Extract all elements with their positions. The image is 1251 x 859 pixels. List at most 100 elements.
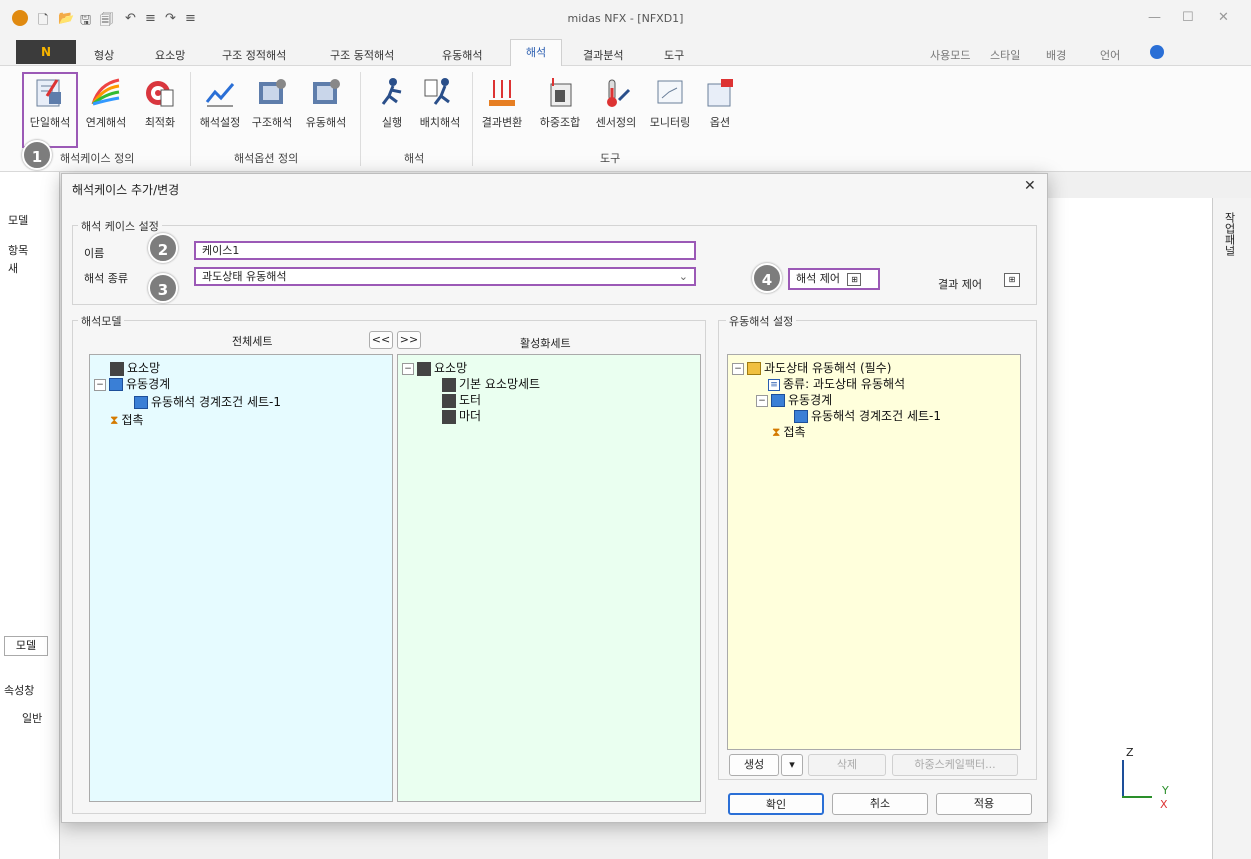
flow-settings-legend: 유동해석 설정 [726, 313, 797, 329]
move-left-button[interactable]: << [369, 331, 393, 349]
group-case-definition: 해석케이스 정의 [60, 152, 135, 165]
ribbon-separator [190, 72, 191, 166]
boundary-icon [794, 410, 808, 423]
batch-analysis-label: 배치해석 [419, 116, 461, 129]
analysis-type-select[interactable]: 과도상태 유동해석 ⌄ [194, 267, 696, 286]
load-combination-button[interactable]: 하중조합 [534, 74, 586, 140]
monitoring-label: 모니터링 [649, 116, 691, 129]
coupled-analysis-button[interactable]: 연계해석 [80, 74, 132, 140]
analysis-control-button[interactable]: 해석 제어 ⊞ [788, 268, 880, 290]
cancel-button[interactable]: 취소 [832, 793, 928, 815]
tree-item-mother[interactable]: 마더 [442, 407, 481, 424]
tab-flow[interactable]: 유동해석 [442, 47, 482, 63]
tree-item-contact[interactable]: ⧗ 접촉 [772, 423, 806, 440]
tab-tools[interactable]: 도구 [664, 47, 684, 63]
run-icon [381, 78, 402, 105]
options-button[interactable]: 옵션 [694, 74, 746, 140]
move-right-button[interactable]: >> [397, 331, 421, 349]
create-dropdown-icon[interactable]: ▾ [781, 754, 803, 776]
delete-button[interactable]: 삭제 [808, 754, 886, 776]
result-control-icon[interactable]: ⊞ [1004, 273, 1020, 287]
result-convert-button[interactable]: 결과변환 [476, 74, 528, 140]
dialog-close-icon[interactable]: ✕ [1024, 178, 1036, 194]
tree-item-default-mesh-set[interactable]: 기본 요소망세트 [442, 375, 540, 392]
ok-button[interactable]: 확인 [728, 793, 824, 815]
options-icon [707, 79, 733, 107]
structural-analysis-button[interactable]: 구조해석 [246, 74, 298, 140]
mesh-icon [442, 393, 456, 408]
app-menu-button[interactable]: N [16, 40, 76, 64]
tree-item-mesh[interactable]: − 요소망 [402, 359, 467, 376]
tree-item-new[interactable]: 새 [8, 260, 18, 276]
properties-title: 속성창 [4, 684, 35, 697]
coupled-analysis-label: 연계해석 [85, 116, 127, 129]
tree-item-boundary-set[interactable]: 유동해석 경계조건 세트-1 [134, 393, 281, 410]
flow-settings-tree[interactable]: − 과도상태 유동해석 (필수) ≡ 종류: 과도상태 유동해석 − 유동경계 유동해… [727, 354, 1021, 750]
apply-button[interactable]: 적용 [936, 793, 1032, 815]
result-convert-icon [489, 80, 515, 106]
app-title: midas NFX - [NFXD1] [567, 12, 684, 25]
tab-results[interactable]: 결과분석 [583, 47, 623, 63]
all-sets-header: 전체세트 [232, 335, 273, 348]
group-tools: 도구 [600, 152, 621, 165]
create-button[interactable]: 생성 [729, 754, 779, 776]
load-scale-factor-button[interactable]: 하중스케일팩터... [892, 754, 1018, 776]
tree-item-flow-boundary[interactable]: − 유동경계 [94, 375, 170, 392]
help-icon[interactable] [1150, 45, 1164, 59]
tab-static[interactable]: 구조 정적해석 [222, 47, 286, 63]
tree-item-label: 접촉 [783, 425, 806, 439]
tree-item-transient-flow[interactable]: − 과도상태 유동해석 (필수) [732, 359, 891, 376]
axis-y-label: Y [1162, 784, 1169, 797]
menu-style[interactable]: 스타일 [990, 47, 1020, 63]
monitoring-button[interactable]: 모니터링 [644, 74, 696, 140]
close-window-icon[interactable]: ✕ [1218, 10, 1229, 25]
tree-item-daughter[interactable]: 도터 [442, 391, 481, 408]
batch-analysis-icon [424, 78, 450, 105]
analysis-settings-button[interactable]: 해석설정 [194, 74, 246, 140]
tab-analysis[interactable]: 해석 [510, 39, 562, 67]
active-sets-tree[interactable]: − 요소망 기본 요소망세트 도터 마더 [397, 354, 701, 802]
collapse-icon: − [94, 378, 106, 391]
tree-item-flow-boundary[interactable]: − 유동경계 [756, 391, 832, 408]
tree-item-mesh[interactable]: 요소망 [110, 359, 160, 376]
ribbon-separator [360, 72, 361, 166]
work-panel-label[interactable]: 작업패널 [1223, 212, 1237, 256]
sensor-definition-button[interactable]: 센서정의 [590, 74, 642, 140]
properties-general[interactable]: 일반 [22, 710, 42, 726]
options-label: 옵션 [709, 116, 731, 129]
run-button[interactable]: 실행 [366, 74, 418, 140]
hourglass-icon: ⧗ [110, 413, 119, 427]
all-sets-tree[interactable]: 요소망 − 유동경계 유동해석 경계조건 세트-1 ⧗ 접촉 [89, 354, 393, 802]
maximize-icon[interactable]: ☐ [1182, 10, 1194, 25]
batch-analysis-button[interactable]: 배치해석 [414, 74, 466, 140]
tree-item-label: 유동경계 [126, 377, 171, 391]
menu-user-mode[interactable]: 사용모드 [930, 47, 970, 63]
title-bar: 🗋 📂 🖫 🗐 ↶ ≡ ↷ ≡ midas NFX - [NFXD1] — ☐ … [0, 0, 1251, 38]
tree-item-label: 유동해석 경계조건 세트-1 [151, 395, 281, 409]
structural-analysis-label: 구조해석 [251, 116, 293, 129]
minimize-icon[interactable]: — [1148, 10, 1161, 25]
menu-language[interactable]: 언어 [1100, 47, 1120, 63]
collapse-icon: − [756, 394, 768, 407]
tree-item-contact[interactable]: ⧗ 접촉 [110, 411, 144, 428]
analysis-type-value: 과도상태 유동해석 [202, 270, 287, 283]
load-combination-label: 하중조합 [539, 116, 581, 129]
name-label: 이름 [84, 247, 105, 260]
type-label: 해석 종류 [84, 272, 128, 285]
tab-shape[interactable]: 형상 [94, 47, 114, 63]
flow-analysis-button[interactable]: 유동해석 [300, 74, 352, 140]
tab-mesh[interactable]: 요소망 [155, 47, 185, 63]
tab-model-bottom[interactable]: 모델 [4, 636, 48, 656]
menu-background[interactable]: 배경 [1046, 47, 1066, 63]
load-combination-icon [550, 78, 572, 107]
mesh-icon [110, 361, 124, 376]
optimization-button[interactable]: 최적화 [134, 74, 186, 140]
active-sets-header: 활성화세트 [520, 337, 571, 350]
single-analysis-button[interactable]: 단일해석 [22, 72, 78, 148]
name-input[interactable]: 케이스1 [194, 241, 696, 260]
tree-item-type[interactable]: ≡ 종류: 과도상태 유동해석 [768, 375, 905, 392]
tab-dynamic[interactable]: 구조 동적해석 [330, 47, 394, 63]
tree-item-boundary-set[interactable]: 유동해석 경계조건 세트-1 [794, 407, 941, 424]
model-viewport[interactable]: Z Y X [1048, 198, 1212, 859]
analysis-case-dialog: 해석케이스 추가/변경 ✕ 해석 케이스 설정 이름 케이스1 해석 종류 과도… [61, 173, 1048, 823]
